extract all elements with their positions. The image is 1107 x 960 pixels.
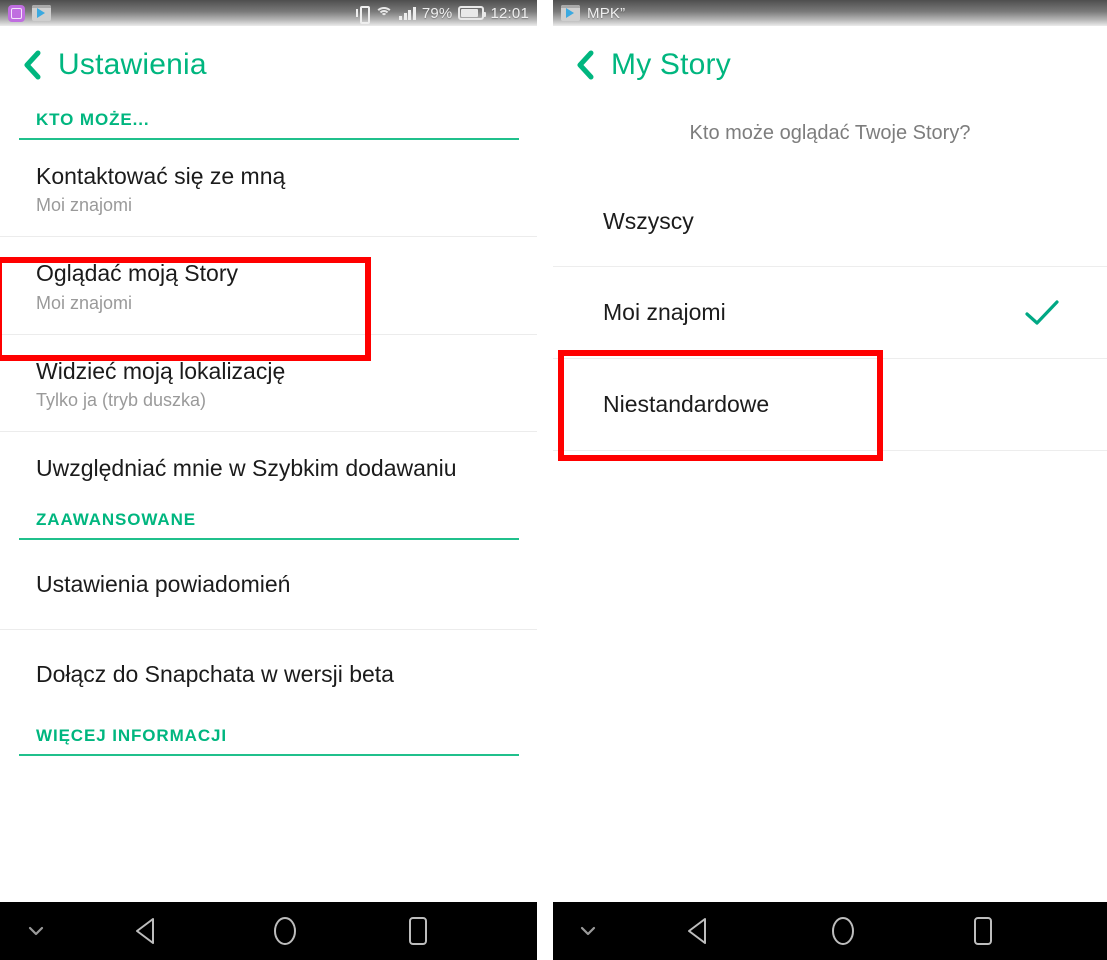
checkmark-icon [1023,298,1061,328]
page-title: My Story [611,48,731,81]
status-bar-notification-text: MPK” [587,4,626,22]
option-row-wszyscy[interactable]: Wszyscy [553,175,1107,267]
settings-row-contact-me[interactable]: Kontaktować się ze mną Moi znajomi [0,140,537,238]
left-status-bar: 79% 12:01 [0,0,537,26]
status-bar-system-icons: 79% 12:01 [356,4,529,24]
screenshot-root: 79% 12:01 Ustawienia KTO MOŻE... Kontakt… [0,0,1107,960]
option-label: Wszyscy [603,207,694,234]
gallery-icon [8,4,25,22]
recents-square-icon[interactable] [913,914,1053,948]
page-title: Ustawienia [58,48,207,81]
chevron-down-icon[interactable] [0,924,72,938]
story-audience-prompt: Kto może oglądać Twoje Story? [689,122,971,144]
left-phone-screen: 79% 12:01 Ustawienia KTO MOŻE... Kontakt… [0,0,537,960]
recents-square-icon[interactable] [350,914,485,948]
option-label: Niestandardowe [603,391,770,417]
settings-row-join-beta[interactable]: Dołącz do Snapchata w wersji beta [0,630,537,719]
row-subtitle: Moi znajomi [36,195,133,216]
right-phone-screen: MPK” My Story Kto może oglądać Twoje Sto… [553,0,1107,960]
settings-row-see-my-location[interactable]: Widzieć moją lokalizację Tylko ja (tryb … [0,335,537,433]
battery-percent-label: 79% [421,4,453,22]
status-bar-notification-icons: MPK” [561,5,625,22]
option-row-moi-znajomi[interactable]: Moi znajomi [553,267,1107,359]
option-label: Moi znajomi [603,299,726,325]
left-system-navbar [0,902,537,960]
google-play-icon [32,5,51,21]
home-circle-icon[interactable] [773,914,913,948]
vibrate-icon [356,5,371,24]
settings-row-view-my-story[interactable]: Oglądać moją Story Moi znajomi [0,237,537,335]
section-header-kto-moze: KTO MOŻE... [36,110,150,129]
row-subtitle: Tylko ja (tryb duszka) [36,390,207,411]
status-bar-notification-icons [8,4,51,22]
right-system-navbar [553,902,1107,960]
story-audience-options: Wszyscy Moi znajomi Niestandardowe [553,175,1107,451]
row-title: Dołącz do Snapchata w wersji beta [36,661,394,688]
row-title: Ustawienia powiadomień [36,570,291,597]
section-header-zaawansowane: ZAAWANSOWANE [36,509,197,529]
row-title: Kontaktować się ze mną [36,163,286,189]
settings-list: KTO MOŻE... Kontaktować się ze mną Moi z… [0,104,537,756]
signal-icon [399,6,416,20]
row-title: Widzieć moją lokalizację [36,357,286,384]
right-status-bar: MPK” [553,0,1107,26]
battery-icon [458,6,487,20]
back-chevron-icon[interactable] [18,50,44,80]
option-row-niestandardowe[interactable]: Niestandardowe [553,359,1107,451]
back-chevron-icon[interactable] [571,50,597,80]
row-title: Oglądać moją Story [36,260,238,287]
left-app-header: Ustawienia [0,26,537,104]
chevron-down-icon[interactable] [553,924,623,938]
section-divider [19,753,519,756]
section-header-wiecej-informacji: WIĘCEJ INFORMACJI [36,725,227,745]
settings-row-quick-add[interactable]: Uwzględniać mnie w Szybkim dodawaniu [0,432,537,503]
home-circle-icon[interactable] [220,914,350,948]
wifi-icon [375,6,394,20]
row-subtitle: Moi znajomi [36,292,133,313]
google-play-icon [561,5,580,21]
settings-row-notification-settings[interactable]: Ustawienia powiadomień [0,540,537,631]
row-title: Uwzględniać mnie w Szybkim dodawaniu [36,455,457,482]
clock-label: 12:01 [490,4,529,22]
back-triangle-icon[interactable] [72,916,220,946]
back-triangle-icon[interactable] [623,916,773,946]
right-app-header: My Story [553,26,1107,104]
